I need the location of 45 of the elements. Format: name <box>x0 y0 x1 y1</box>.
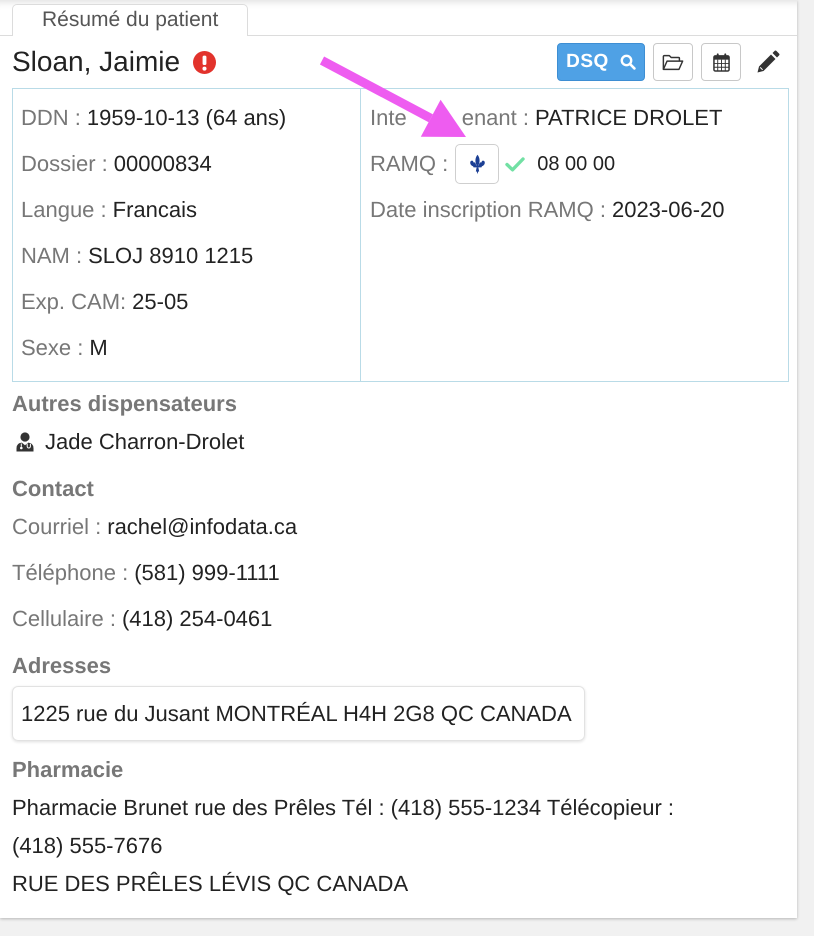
section-heading: Adresses <box>12 652 112 680</box>
section-heading: Pharmacie <box>12 756 124 784</box>
address-card: 1225 rue du Jusant MONTRÉAL H4H 2G8 QC CANADA <box>12 686 585 741</box>
fleur-de-lis-icon <box>468 154 486 174</box>
field-label: enant : <box>462 105 529 131</box>
field-value: M <box>89 335 108 361</box>
field-value: PATRICE DROLET <box>534 105 722 131</box>
field-label: Date inscription RAMQ : <box>370 197 606 223</box>
field-value: 25-05 <box>132 289 188 315</box>
field-label: Courriel : <box>12 514 102 540</box>
section-heading: Autres dispensateurs <box>12 390 238 418</box>
search-icon <box>620 54 636 70</box>
field-label: Inte <box>370 105 407 131</box>
calendar-icon <box>712 52 730 72</box>
person-icon <box>16 432 34 452</box>
field-value: (581) 999-1111 <box>134 560 280 586</box>
field-value: 08 00 00 <box>537 152 616 176</box>
provider-name: Jade Charron-Drolet <box>45 429 244 455</box>
field-value: 2023-06-20 <box>612 197 725 223</box>
field-label: Sexe : <box>21 335 84 361</box>
tab[interactable]: Résumé du patient <box>12 4 248 36</box>
edit-button[interactable] <box>756 50 780 74</box>
pharmacy-text: Pharmacie Brunet rue des Prêles Tél : (418) 555-1234 Télécopieur : (418) 555-7676 <box>12 794 675 860</box>
folder-button[interactable] <box>653 43 693 81</box>
pharmacy-text: RUE DES PRÊLES LÉVIS QC CANADA <box>12 870 410 898</box>
field-label: Cellulaire : <box>12 606 116 632</box>
field-value: 1959-10-13 (64 ans) <box>86 105 286 131</box>
field-value: Francais <box>112 197 197 223</box>
field-value: (418) 254-0461 <box>122 606 272 632</box>
field-label: Dossier : <box>21 151 108 177</box>
calendar-button[interactable] <box>701 43 741 81</box>
field-label: Exp. CAM: <box>21 289 126 315</box>
patient-name: Sloan, Jaimie <box>12 46 180 78</box>
field-label: DDN : <box>21 105 81 131</box>
field-label: Téléphone : <box>12 560 128 586</box>
field-value: rachel@infodata.ca <box>107 514 298 540</box>
field-label: RAMQ : <box>370 151 448 177</box>
field-value: 00000834 <box>114 151 212 177</box>
field-label: NAM : <box>21 243 82 269</box>
folder-icon <box>662 54 684 70</box>
section-heading: Contact <box>12 475 95 503</box>
fleur-de-lis-button[interactable] <box>455 144 500 184</box>
field-label: Langue : <box>21 197 107 223</box>
field-value: SLOJ 8910 1215 <box>88 243 254 269</box>
pencil-icon <box>756 50 780 74</box>
